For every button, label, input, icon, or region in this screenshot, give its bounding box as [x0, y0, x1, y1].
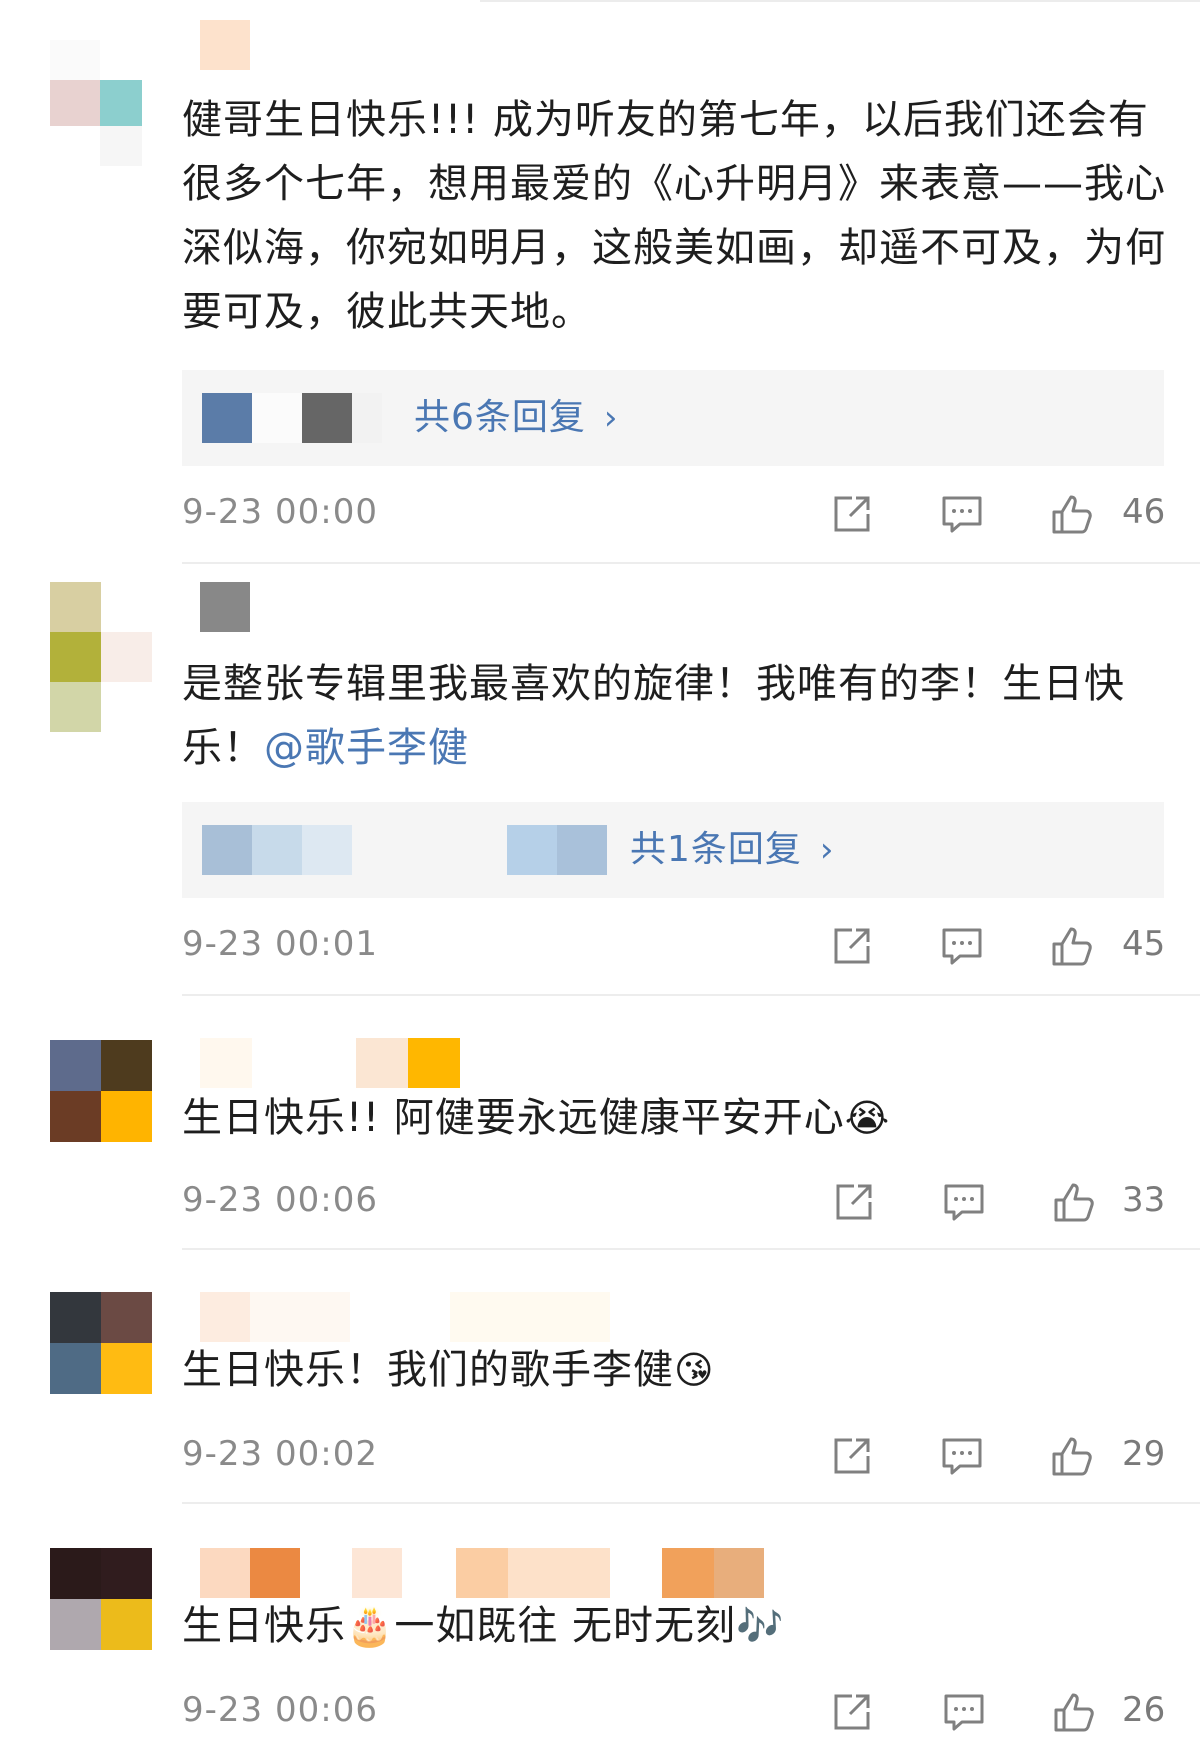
like-count: 45: [1122, 924, 1166, 964]
username-blurred[interactable]: [200, 1548, 764, 1598]
thumbs-up-icon[interactable]: [1050, 1434, 1094, 1478]
comment-text: 生日快乐！我们的歌手李健😘: [182, 1338, 1172, 1402]
chevron-right-icon: ›: [819, 830, 835, 870]
reply-count: 共1条回复: [630, 829, 802, 870]
comment-icon[interactable]: [942, 1180, 986, 1224]
avatar[interactable]: [50, 1548, 152, 1650]
thumbs-up-icon[interactable]: [1050, 492, 1094, 536]
like-count: 26: [1122, 1690, 1166, 1730]
like-count: 33: [1122, 1180, 1166, 1220]
comment-body: 生日快乐!! 阿健要永远健康平安开心: [182, 1095, 845, 1141]
birthday-cake-emoji-icon: 🎂: [346, 1604, 395, 1648]
comment-body: 生日快乐！我们的歌手李健: [182, 1347, 674, 1393]
comment-footer: 9-23 00:02 29: [182, 1424, 1166, 1484]
reply-preview[interactable]: 共1条回复 ›: [182, 802, 1164, 898]
timestamp: 9-23 00:00: [182, 492, 378, 532]
comment-text: 是整张专辑里我最喜欢的旋律！我唯有的李！生日快乐！@歌手李健: [182, 652, 1172, 780]
divider: [182, 562, 1200, 564]
thumbs-up-icon[interactable]: [1050, 924, 1094, 968]
divider: [182, 1248, 1200, 1250]
avatar[interactable]: [50, 582, 152, 732]
comment-text: 健哥生日快乐!!! 成为听友的第七年，以后我们还会有很多个七年，想用最爱的《心升…: [182, 97, 1166, 335]
thumbs-up-icon[interactable]: [1052, 1180, 1096, 1224]
username-blurred[interactable]: [200, 582, 250, 632]
reply-preview[interactable]: 共6条回复 ›: [182, 370, 1164, 466]
view-replies-link[interactable]: 共1条回复 ›: [630, 802, 835, 898]
timestamp: 9-23 00:02: [182, 1434, 378, 1474]
comment-icon[interactable]: [942, 1690, 986, 1734]
divider: [182, 1502, 1200, 1504]
timestamp: 9-23 00:01: [182, 924, 378, 964]
share-icon[interactable]: [830, 1434, 874, 1478]
comment-icon[interactable]: [940, 492, 984, 536]
share-icon[interactable]: [832, 1180, 876, 1224]
thumbs-up-icon[interactable]: [1052, 1690, 1096, 1734]
divider: [182, 994, 1200, 996]
mention-link[interactable]: @歌手李健: [264, 725, 469, 771]
comment-footer: 9-23 00:06 26: [182, 1680, 1166, 1740]
comment-body-continued: 一如既往 无时无刻: [394, 1603, 737, 1649]
username-blurred[interactable]: [200, 1038, 460, 1088]
comment-text: 生日快乐🎂一如既往 无时无刻🎶: [182, 1594, 1172, 1658]
comment-footer: 9-23 00:00 46: [182, 482, 1166, 542]
comment-icon[interactable]: [940, 924, 984, 968]
comment-text: 生日快乐!! 阿健要永远健康平安开心😭: [182, 1086, 1172, 1150]
comment-footer: 9-23 00:01 45: [182, 914, 1166, 974]
username-blurred[interactable]: [200, 1292, 610, 1342]
share-icon[interactable]: [830, 492, 874, 536]
music-notes-emoji-icon: 🎶: [736, 1604, 785, 1648]
like-count: 46: [1122, 492, 1166, 532]
reply-count: 共6条回复: [414, 397, 586, 438]
like-count: 29: [1122, 1434, 1166, 1474]
share-icon[interactable]: [830, 924, 874, 968]
comment-icon[interactable]: [940, 1434, 984, 1478]
comment-body: 生日快乐: [182, 1603, 346, 1649]
crying-laughing-emoji-icon: 😭: [844, 1096, 891, 1140]
top-divider: [480, 0, 1200, 2]
comment-footer: 9-23 00:06 33: [182, 1170, 1166, 1230]
avatar[interactable]: [50, 1292, 152, 1394]
view-replies-link[interactable]: 共6条回复 ›: [414, 370, 619, 466]
kissing-face-emoji-icon: 😘: [674, 1348, 715, 1392]
avatar[interactable]: [50, 1040, 152, 1142]
avatar[interactable]: [50, 40, 170, 166]
username-blurred[interactable]: [200, 20, 260, 70]
share-icon[interactable]: [830, 1690, 874, 1734]
timestamp: 9-23 00:06: [182, 1180, 378, 1220]
chevron-right-icon: ›: [603, 398, 619, 438]
timestamp: 9-23 00:06: [182, 1690, 378, 1730]
